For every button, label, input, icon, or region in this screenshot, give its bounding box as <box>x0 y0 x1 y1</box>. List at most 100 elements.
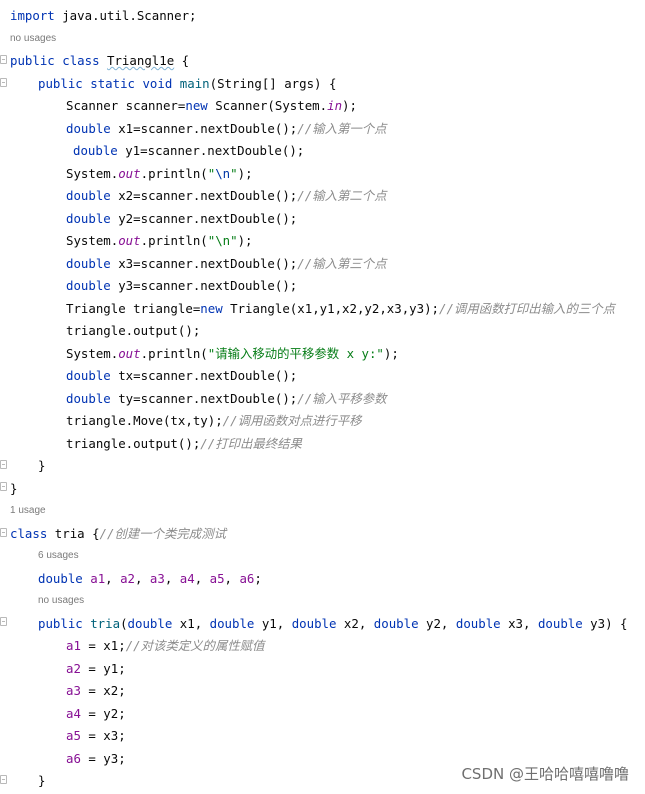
code-line[interactable]: double x3=scanner.nextDouble();//输入第三个点 <box>10 253 645 276</box>
code-text: ); <box>237 165 253 181</box>
comment: //对该类定义的属性赋值 <box>125 638 265 653</box>
method-name: main <box>179 75 210 91</box>
code-line[interactable]: double y1=scanner.nextDouble(); <box>10 140 645 163</box>
usage-hint[interactable]: 6 usages <box>10 545 645 568</box>
keyword: static <box>90 75 135 91</box>
field-name: a1 <box>66 638 81 653</box>
code-line[interactable]: class tria {//创建一个类完成测试 <box>10 523 645 546</box>
static-field: out <box>118 233 141 248</box>
keyword: new <box>200 300 223 316</box>
fold-main-end-icon[interactable] <box>0 460 7 469</box>
code-text: { <box>84 525 100 541</box>
code-text: , <box>194 570 210 586</box>
code-line[interactable]: double y2=scanner.nextDouble(); <box>10 208 645 231</box>
code-line[interactable]: public tria(double x1, double y1, double… <box>10 613 645 636</box>
usage-hint[interactable]: no usages <box>10 590 645 613</box>
keyword: void <box>142 75 173 91</box>
code-line[interactable]: import java.util.Scanner; <box>10 5 645 28</box>
fold-class-tria-icon[interactable] <box>0 528 7 537</box>
field-name: a2 <box>120 570 135 586</box>
editor-gutter <box>0 0 8 794</box>
keyword: double <box>455 615 501 631</box>
code-line[interactable]: double x2=scanner.nextDouble();//输入第二个点 <box>10 185 645 208</box>
code-text: System. <box>66 165 119 181</box>
code-text: , <box>224 570 240 586</box>
code-text: tx=scanner.nextDouble(); <box>110 368 298 383</box>
code-line[interactable]: } <box>10 478 645 501</box>
code-text: x2, <box>336 615 374 631</box>
keyword: double <box>66 278 111 293</box>
code-text: triangle.output(); <box>66 323 201 338</box>
code-text: Scanner(System. <box>207 98 328 113</box>
keyword: public <box>38 615 83 631</box>
constructor-name: tria <box>82 615 121 631</box>
code-text: x1=scanner.nextDouble(); <box>110 120 298 136</box>
code-text: ); <box>342 98 357 113</box>
keyword: double <box>373 615 419 631</box>
code-line[interactable]: a2 = y1; <box>10 658 645 681</box>
code-text: , <box>105 570 121 586</box>
fold-constructor-icon[interactable] <box>0 617 7 626</box>
comment: //调用函数打印出输入的三个点 <box>439 300 616 316</box>
code-text: ); <box>383 345 399 361</box>
code-text: x2=scanner.nextDouble(); <box>110 188 298 203</box>
code-line[interactable]: triangle.Move(tx,ty);//调用函数对点进行平移 <box>10 410 645 433</box>
code-line[interactable]: a4 = y2; <box>10 703 645 726</box>
comment: //输入平移参数 <box>297 390 387 406</box>
code-text: } <box>38 458 46 473</box>
keyword: class <box>62 53 100 68</box>
code-line[interactable]: a1 = x1;//对该类定义的属性赋值 <box>10 635 645 658</box>
fold-main-method-icon[interactable] <box>0 78 7 87</box>
code-text: = x1; <box>80 638 126 653</box>
fold-class-triangl1e-icon[interactable] <box>0 55 7 64</box>
code-line[interactable]: double x1=scanner.nextDouble();//输入第一个点 <box>10 118 645 141</box>
code-line[interactable]: public static void main(String[] args) { <box>10 73 645 96</box>
code-line[interactable]: Triangle triangle=new Triangle(x1,y1,x2,… <box>10 298 645 321</box>
code-line[interactable]: double ty=scanner.nextDouble();//输入平移参数 <box>10 388 645 411</box>
code-line[interactable]: double y3=scanner.nextDouble(); <box>10 275 645 298</box>
code-line[interactable]: public class Triangl1e { <box>10 50 645 73</box>
code-text: } <box>10 480 18 496</box>
code-text: triangle.Move(tx,ty); <box>66 413 223 428</box>
code-line[interactable]: double a1, a2, a3, a4, a5, a6; <box>10 568 645 591</box>
code-line[interactable]: double tx=scanner.nextDouble(); <box>10 365 645 388</box>
keyword: double <box>127 615 173 631</box>
code-text: Triangle triangle= <box>66 300 201 316</box>
code-line[interactable]: a3 = x2; <box>10 680 645 703</box>
code-text: y2, <box>418 615 456 631</box>
field-name: a4 <box>179 570 195 586</box>
static-field: in <box>327 98 343 113</box>
comment: //输入第一个点 <box>297 120 387 136</box>
keyword: double <box>66 210 111 226</box>
field-name: a3 <box>66 683 81 698</box>
field-name: a6 <box>239 570 255 586</box>
code-editor[interactable]: import java.util.Scanner; no usages publ… <box>10 5 645 793</box>
code-text: x3, <box>500 615 538 631</box>
code-line[interactable]: Scanner scanner=new Scanner(System.in); <box>10 95 645 118</box>
code-text: java.util.Scanner; <box>54 8 197 23</box>
code-text: ); <box>237 233 253 248</box>
code-line[interactable]: triangle.output(); <box>10 320 645 343</box>
keyword: class <box>10 525 48 541</box>
code-line[interactable]: System.out.println("\n"); <box>10 230 645 253</box>
code-text: .println( <box>140 345 208 361</box>
code-line[interactable]: triangle.output();//打印出最终结果 <box>10 433 645 456</box>
usage-hint[interactable]: 1 usage <box>10 500 645 523</box>
code-text: y1=scanner.nextDouble(); <box>117 143 305 158</box>
code-text: { <box>174 53 190 68</box>
code-line[interactable]: a5 = x3; <box>10 725 645 748</box>
code-text: } <box>38 773 46 788</box>
code-line[interactable]: System.out.println("\n"); <box>10 163 645 186</box>
code-line[interactable]: System.out.println("请输入移动的平移参数 x y:"); <box>10 343 645 366</box>
code-line[interactable]: } <box>10 455 645 478</box>
fold-class-end-icon[interactable] <box>0 482 7 491</box>
string-literal: " <box>230 165 238 181</box>
keyword: double <box>209 615 255 631</box>
field-name: a3 <box>149 570 165 586</box>
code-text: triangle.output(); <box>66 435 201 451</box>
usage-hint[interactable]: no usages <box>10 28 645 51</box>
comment: //打印出最终结果 <box>200 435 302 451</box>
fold-constructor-end-icon[interactable] <box>0 775 7 784</box>
keyword: public <box>38 75 83 91</box>
code-text: ( <box>120 615 128 631</box>
